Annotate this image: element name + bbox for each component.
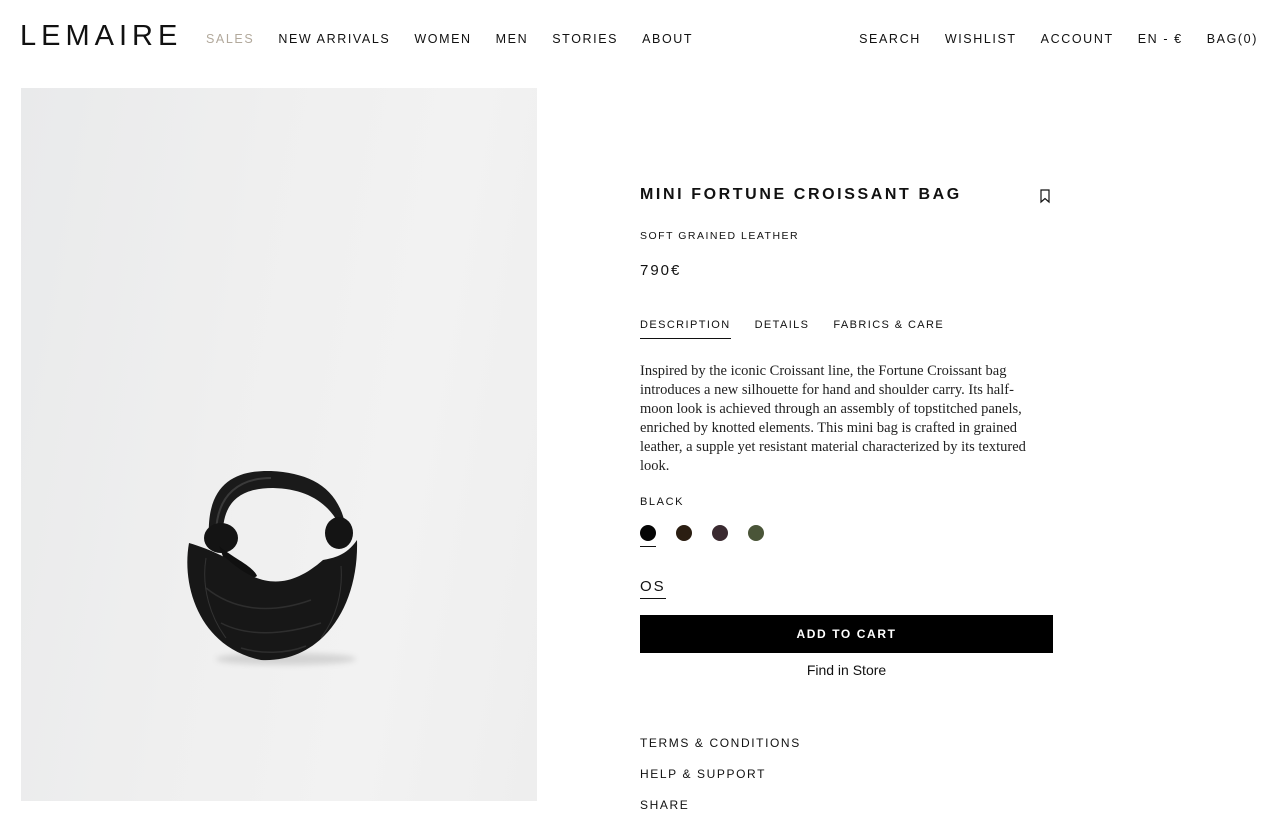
product-description: Inspired by the iconic Croissant line, t… — [640, 363, 1026, 474]
selected-color-label: BLACK — [640, 496, 685, 508]
swatch-dot — [676, 525, 692, 541]
brand-logo[interactable]: LEMAIRE — [20, 19, 182, 53]
terms-conditions-link[interactable]: TERMS & CONDITIONS — [640, 735, 801, 751]
color-swatches — [640, 525, 784, 549]
tab-description[interactable]: DESCRIPTION — [640, 317, 731, 339]
croissant-bag-illustration — [187, 470, 358, 661]
nav-new-arrivals[interactable]: NEW ARRIVALS — [278, 31, 390, 47]
product-price: 790€ — [640, 262, 682, 279]
color-swatch-dark-brown[interactable] — [676, 525, 712, 549]
tab-details[interactable]: DETAILS — [755, 317, 810, 339]
product-image[interactable] — [21, 88, 537, 801]
product-footer-links: TERMS & CONDITIONS HELP & SUPPORT SHARE — [640, 735, 801, 828]
nav-language-currency[interactable]: EN - € — [1138, 31, 1183, 47]
swatch-dot — [712, 525, 728, 541]
add-to-cart-button[interactable]: ADD TO CART — [640, 615, 1053, 653]
find-in-store-link[interactable]: Find in Store — [640, 661, 1053, 679]
tab-fabrics-care[interactable]: FABRICS & CARE — [833, 317, 944, 339]
nav-women[interactable]: WOMEN — [414, 31, 471, 47]
size-option[interactable]: OS — [640, 578, 666, 599]
nav-sales[interactable]: SALES — [206, 31, 254, 47]
product-tabs: DESCRIPTION DETAILS FABRICS & CARE — [640, 317, 968, 339]
product-title: MINI FORTUNE CROISSANT BAG — [640, 186, 962, 203]
product-info: MINI FORTUNE CROISSANT BAG SOFT GRAINED … — [640, 0, 1060, 837]
nav-bag[interactable]: BAG(0) — [1207, 31, 1258, 47]
color-swatch-olive[interactable] — [748, 525, 784, 549]
nav-stories[interactable]: STORIES — [552, 31, 618, 47]
color-swatch-plum[interactable] — [712, 525, 748, 549]
color-swatch-black[interactable] — [640, 525, 676, 549]
product-material: SOFT GRAINED LEATHER — [640, 230, 800, 242]
swatch-dot — [640, 525, 656, 541]
bookmark-icon[interactable] — [1038, 188, 1052, 204]
swatch-selected-underline — [640, 546, 656, 547]
help-support-link[interactable]: HELP & SUPPORT — [640, 766, 801, 782]
nav-men[interactable]: MEN — [496, 31, 529, 47]
swatch-dot — [748, 525, 764, 541]
share-link[interactable]: SHARE — [640, 797, 801, 813]
